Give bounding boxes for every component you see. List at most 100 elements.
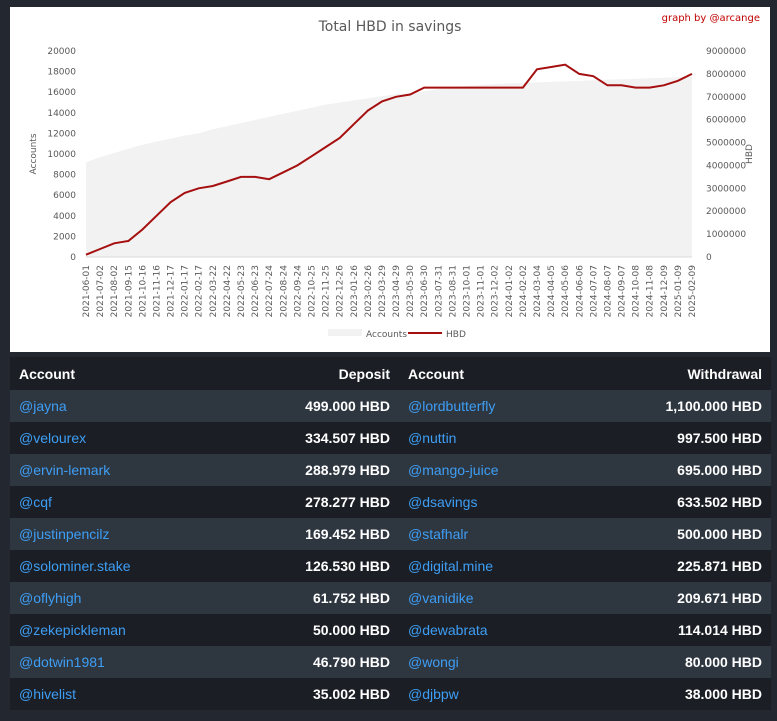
x-tick-label: 2024-08-07 — [603, 265, 613, 317]
y-right-tick-label: 5000000 — [706, 139, 746, 149]
x-tick-label: 2022-04-22 — [223, 265, 233, 317]
x-tick-label: 2023-04-29 — [392, 265, 402, 318]
header-withdrawal-account: Account — [399, 357, 581, 390]
deposit-amount: 50.000 HBD — [207, 614, 399, 646]
table-row: @jayna 499.000 HBD @lordbutterfly 1,100.000… — [10, 390, 771, 422]
y-left-tick-label: 2000 — [53, 232, 76, 242]
deposit-account-link[interactable]: @jayna — [10, 390, 207, 422]
deposit-amount: 499.000 HBD — [207, 390, 399, 422]
x-tick-label: 2021-09-15 — [124, 265, 134, 317]
y-left-tick-label: 14000 — [47, 109, 76, 119]
table-row: @cqf 278.277 HBD @dsavings 633.502 HBD — [10, 486, 771, 518]
deposit-account-link[interactable]: @solominer.stake — [10, 550, 207, 582]
deposit-account-link[interactable]: @ervin-lemark — [10, 454, 207, 486]
deposit-amount: 61.752 HBD — [207, 582, 399, 614]
withdrawal-account-link[interactable]: @dewabrata — [399, 614, 581, 646]
y-right-tick-label: 9000000 — [706, 47, 746, 57]
deposit-account-link[interactable]: @hivelist — [10, 678, 207, 710]
table-row: @velourex 334.507 HBD @nuttin 997.500 HBD — [10, 422, 771, 454]
x-tick-label: 2024-03-04 — [533, 265, 543, 318]
y-left-tick-label: 8000 — [53, 171, 76, 181]
withdrawal-account-link[interactable]: @vanidike — [399, 582, 581, 614]
x-tick-label: 2022-08-24 — [279, 265, 289, 318]
deposit-account-link[interactable]: @oflyhigh — [10, 582, 207, 614]
x-tick-label: 2025-01-09 — [674, 265, 684, 318]
legend-accounts-label: Accounts — [366, 330, 407, 340]
deposit-account-link[interactable]: @zekepickleman — [10, 614, 207, 646]
deposit-amount: 126.530 HBD — [207, 550, 399, 582]
deposit-account-link[interactable]: @velourex — [10, 422, 207, 454]
withdrawal-amount: 114.014 HBD — [581, 614, 771, 646]
x-tick-label: 2023-08-31 — [448, 265, 458, 317]
y-right-tick-label: 1000000 — [706, 230, 746, 240]
y-right-axis-title: HBD — [745, 144, 755, 164]
x-tick-label: 2024-06-06 — [575, 265, 585, 318]
x-tick-label: 2024-02-02 — [519, 265, 529, 317]
withdrawal-account-link[interactable]: @wongi — [399, 646, 581, 678]
withdrawal-account-link[interactable]: @dsavings — [399, 486, 581, 518]
withdrawal-amount: 209.671 HBD — [581, 582, 771, 614]
x-tick-label: 2023-02-26 — [364, 265, 374, 318]
hbd-savings-chart: Total HBD in savings graph by @arcange 0… — [10, 7, 770, 352]
y-left-tick-label: 4000 — [53, 212, 76, 222]
deposit-account-link[interactable]: @dotwin1981 — [10, 646, 207, 678]
x-tick-label: 2023-10-01 — [463, 265, 473, 317]
x-tick-label: 2024-10-08 — [632, 265, 642, 318]
withdrawal-amount: 38.000 HBD — [581, 678, 771, 710]
x-tick-label: 2024-12-09 — [660, 265, 670, 318]
x-tick-label: 2022-07-24 — [265, 265, 275, 318]
deposit-account-link[interactable]: @cqf — [10, 486, 207, 518]
withdrawal-amount: 997.500 HBD — [581, 422, 771, 454]
x-tick-label: 2022-12-26 — [336, 265, 346, 318]
table-row: @zekepickleman 50.000 HBD @dewabrata 114.01… — [10, 614, 771, 646]
x-tick-label: 2023-07-31 — [434, 265, 444, 317]
withdrawal-amount: 633.502 HBD — [581, 486, 771, 518]
x-tick-label: 2021-06-01 — [82, 265, 92, 317]
withdrawal-amount: 500.000 HBD — [581, 518, 771, 550]
y-right-tick-label: 4000000 — [706, 161, 746, 171]
withdrawal-account-link[interactable]: @stafhalr — [399, 518, 581, 550]
x-tick-label: 2021-08-02 — [110, 265, 120, 317]
x-tick-label: 2022-06-23 — [251, 265, 261, 317]
y-left-tick-label: 10000 — [47, 150, 76, 160]
y-right-tick-label: 6000000 — [706, 116, 746, 126]
x-tick-label: 2022-09-24 — [293, 265, 303, 318]
x-tick-label: 2021-12-17 — [167, 265, 177, 317]
withdrawal-account-link[interactable]: @djbpw — [399, 678, 581, 710]
withdrawal-amount: 80.000 HBD — [581, 646, 771, 678]
x-tick-label: 2023-03-29 — [378, 265, 388, 318]
withdrawal-amount: 1,100.000 HBD — [581, 390, 771, 422]
chart-plot: 0 2000 4000 6000 8000 10000 12000 14000 16000 180… — [29, 47, 755, 340]
withdrawal-amount: 695.000 HBD — [581, 454, 771, 486]
deposit-amount: 46.790 HBD — [207, 646, 399, 678]
deposit-amount: 288.979 HBD — [207, 454, 399, 486]
y-right-tick-label: 3000000 — [706, 184, 746, 194]
x-tick-label: 2022-02-17 — [195, 265, 205, 317]
deposit-amount: 278.277 HBD — [207, 486, 399, 518]
table-header-row: Account Deposit Account Withdrawal — [10, 357, 771, 390]
withdrawal-account-link[interactable]: @lordbutterfly — [399, 390, 581, 422]
withdrawal-account-link[interactable]: @digital.mine — [399, 550, 581, 582]
y-right-tick-label: 2000000 — [706, 207, 746, 217]
table-row: @hivelist 35.002 HBD @djbpw 38.000 HBD — [10, 678, 771, 710]
y-left-tick-label: 16000 — [47, 88, 76, 98]
series-accounts-area — [86, 76, 692, 257]
x-tick-label: 2023-01-26 — [350, 265, 360, 318]
table-row: @dotwin1981 46.790 HBD @wongi 80.000 HBD — [10, 646, 771, 678]
x-tick-label: 2022-03-22 — [209, 265, 219, 317]
header-deposit-account: Account — [10, 357, 207, 390]
deposit-amount: 169.452 HBD — [207, 518, 399, 550]
x-tick-label: 2022-05-23 — [237, 265, 247, 317]
y-left-axis-title: Accounts — [29, 133, 39, 174]
y-left-tick-label: 6000 — [53, 191, 76, 201]
x-tick-label: 2024-09-07 — [618, 265, 628, 317]
x-tick-label: 2023-05-30 — [406, 265, 416, 318]
x-tick-label: 2024-11-08 — [646, 265, 656, 318]
deposit-amount: 35.002 HBD — [207, 678, 399, 710]
legend-hbd-label: HBD — [446, 330, 466, 340]
header-withdrawal: Withdrawal — [581, 357, 771, 390]
withdrawal-account-link[interactable]: @nuttin — [399, 422, 581, 454]
withdrawal-account-link[interactable]: @mango-juice — [399, 454, 581, 486]
x-tick-label: 2023-06-30 — [420, 265, 430, 318]
deposit-account-link[interactable]: @justinpencilz — [10, 518, 207, 550]
